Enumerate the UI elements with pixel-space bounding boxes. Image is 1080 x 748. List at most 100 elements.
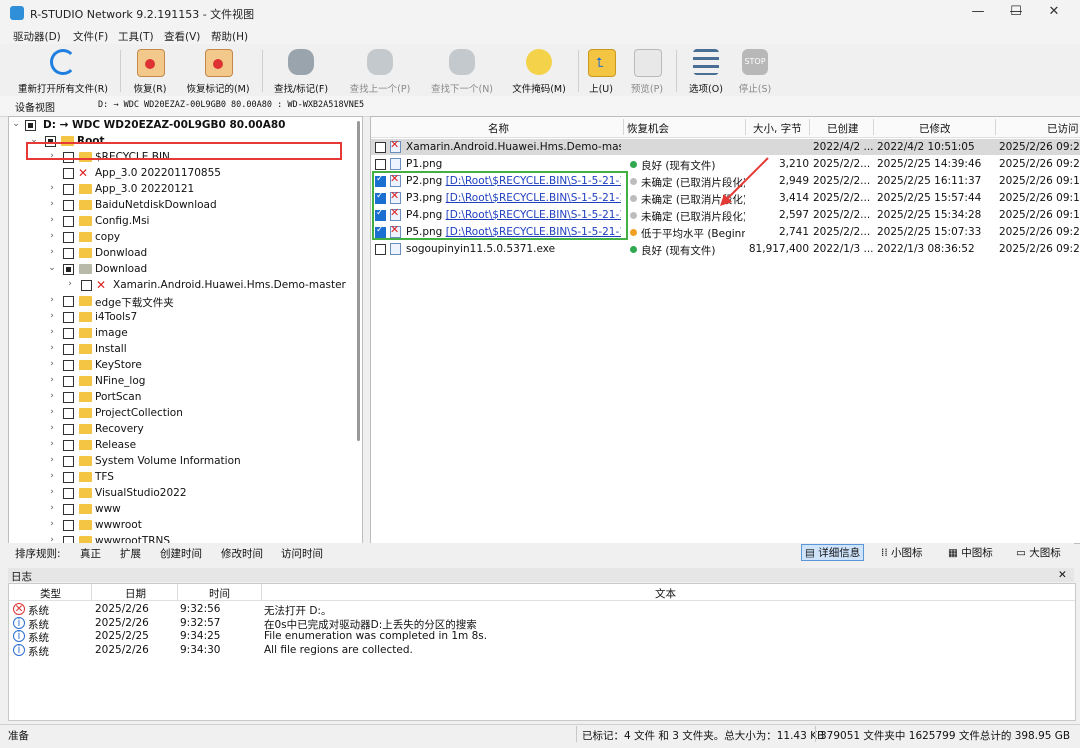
expand-icon[interactable]: › [47, 343, 57, 353]
tree-checkbox[interactable] [63, 504, 74, 515]
tree-checkbox[interactable] [63, 440, 74, 451]
expand-icon[interactable]: › [47, 423, 57, 433]
tree-item[interactable]: › Recovery [9, 421, 349, 437]
tree-item[interactable]: › BaiduNetdiskDownload [9, 197, 349, 213]
close-button[interactable]: ✕ [1034, 4, 1074, 22]
expand-icon[interactable]: › [47, 327, 57, 337]
tree-item[interactable]: › NFine_log [9, 373, 349, 389]
file-checkbox[interactable] [375, 244, 386, 255]
expand-icon[interactable]: › [47, 247, 57, 257]
file-checkbox[interactable] [375, 159, 386, 170]
col-recovery-chance[interactable]: 恢复机会 [627, 121, 669, 136]
tree-checkbox[interactable] [63, 296, 74, 307]
menu-drive[interactable]: 驱动器(D) [13, 29, 61, 44]
col-modified[interactable]: 已修改 [919, 121, 951, 136]
tree-item[interactable]: › TFS [9, 469, 349, 485]
tree-item[interactable]: › Release [9, 437, 349, 453]
tree-item[interactable]: › copy [9, 229, 349, 245]
tree-item[interactable]: › VisualStudio2022 [9, 485, 349, 501]
col-accessed[interactable]: 已访问 [1047, 121, 1079, 136]
log-row[interactable]: i 系统 2025/2/26 9:34:30 All file regions are … [9, 643, 1075, 658]
menu-view[interactable]: 查看(V) [164, 29, 200, 44]
view-small-icons-button[interactable]: ⁞⁞ 小图标 [877, 544, 927, 561]
preview-button[interactable]: 预览(P) [626, 46, 668, 95]
collapse-icon[interactable]: ⌄ [47, 263, 57, 273]
stop-button[interactable]: STOP 停止(S) [734, 46, 776, 95]
tree-item[interactable]: › www [9, 501, 349, 517]
col-size[interactable]: 大小, 字节 [753, 121, 802, 136]
expand-icon[interactable]: › [47, 183, 57, 193]
menu-help[interactable]: 帮助(H) [211, 29, 248, 44]
expand-icon[interactable]: › [47, 199, 57, 209]
log-col-type[interactable]: 类型 [40, 586, 61, 601]
expand-icon[interactable]: › [47, 391, 57, 401]
maximize-button[interactable]: ☐ [996, 4, 1036, 22]
tree-item[interactable]: › PortScan [9, 389, 349, 405]
tree-item[interactable]: › KeyStore [9, 357, 349, 373]
file-checkbox[interactable] [375, 142, 386, 153]
log-col-text[interactable]: 文本 [655, 586, 676, 601]
view-details-button[interactable]: ▤ 详细信息 [801, 544, 865, 561]
sort-by-modified[interactable]: 修改时间 [221, 546, 263, 561]
expand-icon[interactable]: › [47, 231, 57, 241]
menu-file[interactable]: 文件(F) [73, 29, 108, 44]
file-row[interactable]: Xamarin.Android.Huawei.Hms.Demo-master 20… [371, 138, 1080, 155]
log-col-date[interactable]: 日期 [125, 586, 146, 601]
expand-icon[interactable]: › [47, 359, 57, 369]
tree-checkbox[interactable] [63, 248, 74, 259]
log-row[interactable]: i 系统 2025/2/25 9:34:25 File enumeration was … [9, 630, 1075, 644]
tree-checkbox[interactable] [63, 264, 74, 275]
expand-icon[interactable]: › [47, 215, 57, 225]
col-name[interactable]: 名称 [488, 121, 509, 136]
expand-icon[interactable]: › [47, 455, 57, 465]
tree-checkbox[interactable] [63, 232, 74, 243]
tree-checkbox[interactable] [63, 360, 74, 371]
tree-checkbox[interactable] [63, 520, 74, 531]
collapse-icon[interactable]: ⌄ [11, 119, 21, 129]
tree-checkbox[interactable] [25, 120, 36, 131]
tree-checkbox[interactable] [63, 184, 74, 195]
expand-icon[interactable]: › [47, 487, 57, 497]
tree-checkbox[interactable] [63, 344, 74, 355]
tree-item[interactable]: › edge下载文件夹 [9, 293, 349, 309]
log-row[interactable]: ✕ 系统 2025/2/26 9:32:56 无法打开 D:。 [9, 603, 1075, 617]
tree-item[interactable]: › i4Tools7 [9, 309, 349, 325]
tree-checkbox[interactable] [63, 472, 74, 483]
find-next-button[interactable]: 查找下一个(N) [426, 46, 498, 95]
tree-checkbox[interactable] [63, 408, 74, 419]
device-view-tab[interactable]: 设备视图 [15, 99, 55, 114]
tree-scrollbar[interactable] [357, 121, 360, 441]
tree-item[interactable]: › Install [9, 341, 349, 357]
sort-by-name[interactable]: 真正 [80, 546, 101, 561]
col-created[interactable]: 已创建 [827, 121, 859, 136]
tree-item[interactable]: › Donwload [9, 245, 349, 261]
sort-by-created[interactable]: 创建时间 [160, 546, 202, 561]
tree-checkbox[interactable] [63, 312, 74, 323]
tree-checkbox[interactable] [63, 216, 74, 227]
file-mask-button[interactable]: 文件掩码(M) [508, 46, 570, 95]
up-button[interactable]: ⮤ 上(U) [584, 46, 618, 95]
tree-item[interactable]: › System Volume Information [9, 453, 349, 469]
tree-checkbox[interactable] [63, 456, 74, 467]
expand-icon[interactable]: › [47, 375, 57, 385]
expand-icon[interactable]: › [47, 311, 57, 321]
expand-icon[interactable]: › [47, 439, 57, 449]
log-row[interactable]: i 系统 2025/2/26 9:32:57 在0s中已完成对驱动器D:上丢失的分区的搜… [9, 616, 1075, 631]
tree-item[interactable]: › image [9, 325, 349, 341]
tree-item[interactable]: › wwwroot [9, 517, 349, 533]
find-prev-button[interactable]: 查找上一个(P) [344, 46, 416, 95]
tree-checkbox[interactable] [63, 392, 74, 403]
tree-item[interactable]: ✕ App_3.0 202201170855 [9, 165, 349, 181]
tree-checkbox[interactable] [63, 488, 74, 499]
tree-item[interactable]: ⌄ Download [9, 261, 349, 277]
view-large-icons-button[interactable]: ▭ 大图标 [1012, 544, 1065, 561]
file-row[interactable]: P1.png 良好 (现有文件) 3,210 2025/2/2... 2025/2/25… [371, 156, 1080, 172]
sort-by-extension[interactable]: 扩展 [120, 546, 141, 561]
tree-checkbox[interactable] [63, 376, 74, 387]
expand-icon[interactable]: › [47, 407, 57, 417]
expand-icon[interactable]: › [47, 295, 57, 305]
tree-checkbox[interactable] [81, 280, 92, 291]
view-medium-icons-button[interactable]: ▦ 中图标 [944, 544, 997, 561]
options-button[interactable]: 选项(O) [682, 46, 730, 95]
log-col-time[interactable]: 时间 [209, 586, 230, 601]
